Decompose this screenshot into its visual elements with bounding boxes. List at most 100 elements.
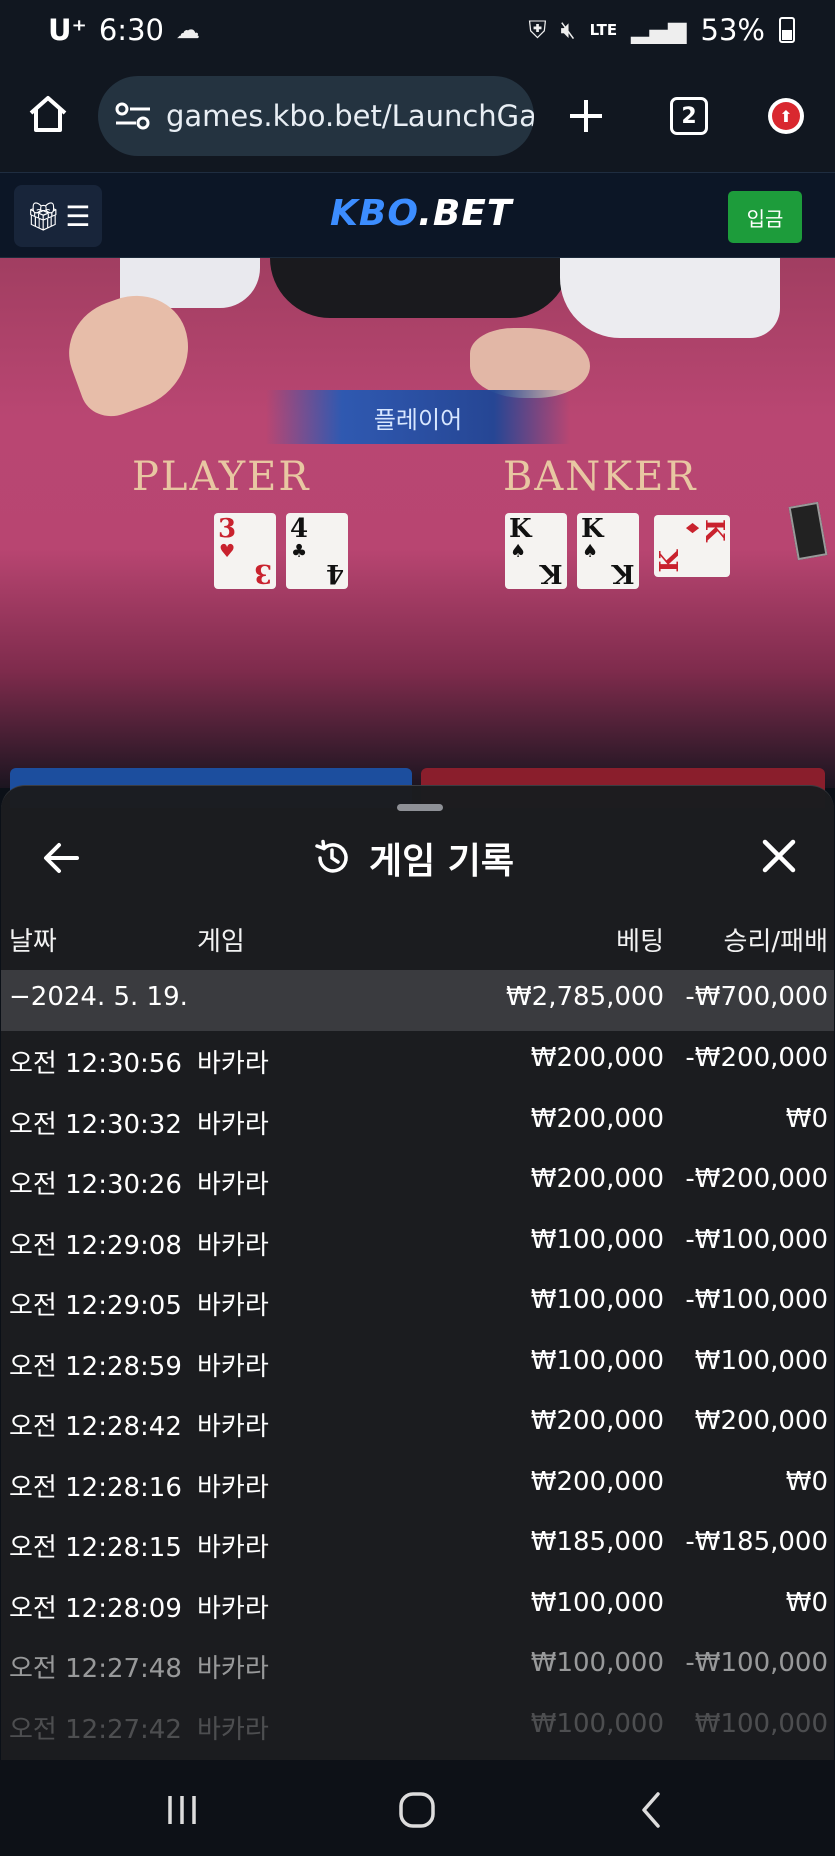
table-row[interactable]: 오전 12:30:26 바카라 ₩200,000 -₩200,000 xyxy=(1,1152,834,1213)
dealer-hand-right xyxy=(470,328,590,398)
table-row[interactable]: 오전 12:30:32 바카라 ₩200,000 ₩0 xyxy=(1,1092,834,1153)
player-card-1: 3 ♥ 3 xyxy=(214,513,276,589)
row-win-loss: ₩0 xyxy=(785,1587,828,1618)
row-win-loss: ₩0 xyxy=(785,1103,828,1134)
signal-icon: ▂▄▆ xyxy=(631,16,687,44)
logo-suffix: .BET xyxy=(418,193,513,234)
tab-count: 2 xyxy=(681,103,697,129)
row-game: 바카라 xyxy=(197,1533,269,1563)
update-icon[interactable]: ⬆ xyxy=(768,98,804,134)
gift-icon: 🎁︎ xyxy=(25,199,62,233)
row-bet: ₩100,000 xyxy=(530,1285,664,1315)
date-summary-row[interactable]: −2024. 5. 19. ₩2,785,000 -₩700,000 xyxy=(1,970,834,1031)
row-bet: ₩185,000 xyxy=(530,1527,664,1557)
result-banner: 플레이어 xyxy=(266,390,570,444)
table-row[interactable]: 오전 12:28:09 바카라 ₩100,000 ₩0 xyxy=(1,1576,834,1637)
battery-icon xyxy=(779,17,795,43)
tune-icon[interactable] xyxy=(114,101,152,131)
row-bet: ₩200,000 xyxy=(530,1406,664,1436)
table-row[interactable]: 오전 12:28:59 바카라 ₩100,000 ₩100,000 xyxy=(1,1334,834,1395)
row-win-loss: ₩100,000 xyxy=(694,1345,828,1376)
screen: U⁺ 6:30 ☁ ⛨ 🔇︎ LTE ▂▄▆ 53% games.kbo.bet… xyxy=(0,0,835,1856)
dealer-body xyxy=(270,258,570,318)
row-bet: ₩200,000 xyxy=(530,1103,664,1134)
column-header-date: 날짜 xyxy=(9,927,57,957)
row-win-loss: -₩200,000 xyxy=(685,1164,828,1194)
column-header-bet: 베팅 xyxy=(616,927,664,957)
menu-button[interactable]: 🎁︎ ☰ xyxy=(14,185,102,247)
logo-main: KBO xyxy=(330,193,419,234)
row-date: 오전 12:28:15 xyxy=(9,1533,182,1563)
row-game: 바카라 xyxy=(197,1109,269,1140)
summary-bet: ₩2,785,000 xyxy=(505,982,664,1012)
table-row[interactable]: 오전 12:28:42 바카라 ₩200,000 ₩200,000 xyxy=(1,1394,834,1455)
deposit-button[interactable]: 입금 xyxy=(728,191,802,243)
player-label: PLAYER xyxy=(132,454,311,500)
battery-percent: 53% xyxy=(700,13,765,47)
arrow-left-icon[interactable] xyxy=(41,838,81,878)
status-bar: U⁺ 6:30 ☁ ⛨ 🔇︎ LTE ▂▄▆ 53% xyxy=(0,0,835,60)
row-bet: ₩100,000 xyxy=(530,1648,664,1678)
table-row[interactable]: 오전 12:28:16 바카라 ₩200,000 ₩0 xyxy=(1,1455,834,1516)
summary-date: −2024. 5. 19. xyxy=(9,982,188,1012)
address-bar[interactable]: games.kbo.bet/LaunchGam xyxy=(98,76,534,156)
row-date: 오전 12:29:05 xyxy=(9,1291,182,1321)
recents-icon[interactable] xyxy=(162,1790,202,1830)
hamburger-icon: ☰ xyxy=(65,199,91,233)
row-win-loss: -₩200,000 xyxy=(685,1043,828,1073)
row-date: 오전 12:30:32 xyxy=(9,1109,182,1140)
panel-title: 게임 기록 xyxy=(313,828,514,888)
home-nav-icon[interactable] xyxy=(397,1790,437,1830)
row-date: 오전 12:28:59 xyxy=(9,1351,182,1382)
summary-win-loss: -₩700,000 xyxy=(685,982,828,1012)
banker-card-2: K ♠ K xyxy=(577,513,639,589)
back-nav-icon[interactable] xyxy=(632,1790,672,1830)
row-game: 바카라 xyxy=(197,1412,269,1442)
row-win-loss: ₩100,000 xyxy=(694,1708,828,1739)
browser-toolbar: games.kbo.bet/LaunchGam 2 ⬆ xyxy=(0,60,835,172)
row-win-loss: -₩100,000 xyxy=(685,1648,828,1678)
row-win-loss: ₩0 xyxy=(785,1466,828,1497)
history-icon xyxy=(315,839,348,873)
site-header: 🎁︎ ☰ KBO.BET 입금 xyxy=(0,172,835,258)
column-header-win-loss: 승리/패배 xyxy=(723,927,828,957)
row-game: 바카라 xyxy=(197,1291,269,1321)
status-time: 6:30 xyxy=(98,13,164,47)
row-date: 오전 12:29:08 xyxy=(9,1230,182,1261)
update-arrow: ⬆ xyxy=(772,102,800,130)
banker-card-1: K ♠ K xyxy=(505,513,567,589)
row-win-loss: ₩200,000 xyxy=(694,1406,828,1436)
table-row[interactable]: 오전 12:30:56 바카라 ₩200,000 -₩200,000 xyxy=(1,1031,834,1092)
row-game: 바카라 xyxy=(197,1472,269,1503)
table-row[interactable]: 오전 12:27:48 바카라 ₩100,000 -₩100,000 xyxy=(1,1636,834,1697)
row-game: 바카라 xyxy=(197,1351,269,1382)
row-date: 오전 12:28:16 xyxy=(9,1472,182,1503)
row-bet: ₩100,000 xyxy=(530,1345,664,1376)
banker-card-3: K ♦ K xyxy=(654,515,730,577)
table-row[interactable]: 오전 12:29:05 바카라 ₩100,000 -₩100,000 xyxy=(1,1273,834,1334)
row-win-loss: -₩100,000 xyxy=(685,1224,828,1255)
drag-handle[interactable] xyxy=(397,804,443,811)
lock-icon: ⛨ xyxy=(528,16,547,44)
close-icon[interactable] xyxy=(759,836,799,876)
table-row[interactable]: 오전 12:27:42 바카라 ₩100,000 ₩100,000 xyxy=(1,1697,834,1758)
tabs-icon[interactable]: 2 xyxy=(670,97,708,135)
row-date: 오전 12:30:56 xyxy=(9,1049,182,1079)
plus-icon[interactable] xyxy=(566,96,606,136)
row-date: 오전 12:28:09 xyxy=(9,1593,182,1624)
player-card-2: 4 ♣ 4 xyxy=(286,513,348,589)
row-bet: ₩100,000 xyxy=(530,1224,664,1255)
url-text[interactable]: games.kbo.bet/LaunchGam xyxy=(166,99,534,133)
panel-title-text: 게임 기록 xyxy=(369,841,515,882)
home-icon[interactable] xyxy=(26,92,70,136)
column-header-game: 게임 xyxy=(197,927,245,957)
system-nav-bar xyxy=(0,1760,835,1856)
row-game: 바카라 xyxy=(197,1170,269,1200)
table-row[interactable]: 오전 12:29:08 바카라 ₩100,000 -₩100,000 xyxy=(1,1213,834,1274)
dealer-sleeve-right xyxy=(560,258,780,338)
network-type: LTE xyxy=(589,20,618,39)
table-row[interactable]: 오전 12:28:15 바카라 ₩185,000 -₩185,000 xyxy=(1,1515,834,1576)
row-game: 바카라 xyxy=(197,1049,269,1079)
site-logo[interactable]: KBO.BET xyxy=(330,193,512,234)
row-bet: ₩200,000 xyxy=(530,1164,664,1194)
